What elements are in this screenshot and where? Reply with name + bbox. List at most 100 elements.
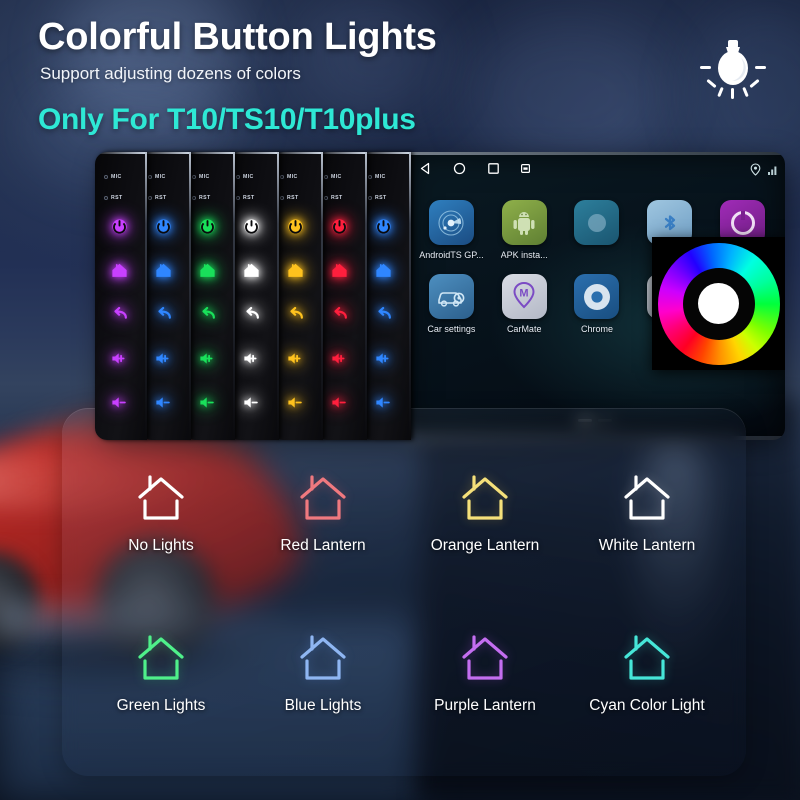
volume-down-button[interactable] [108,391,131,414]
power-button[interactable] [372,215,395,238]
car-settings-icon[interactable] [428,274,474,319]
mic-hole [368,175,372,179]
back-button[interactable] [152,303,175,326]
lantern-cyan[interactable]: Cyan Color Light [566,594,728,754]
back-nav-icon[interactable] [419,162,432,175]
rst-label: RST [199,195,211,201]
back-button[interactable] [328,303,351,326]
apk-installer-icon[interactable] [501,200,547,245]
light-bulb-icon [694,32,772,102]
svg-text:M: M [520,287,529,299]
page-title: Colorful Button Lights [38,16,437,58]
lantern-orange[interactable]: Orange Lantern [404,434,566,594]
mic-label: MIC [155,174,166,180]
lantern-green[interactable]: Green Lights [80,594,242,754]
rst-label: RST [243,195,255,201]
house-icon [277,456,369,542]
chrome-icon[interactable] [574,274,620,319]
home-button[interactable] [152,259,175,282]
volume-up-button[interactable] [152,347,175,370]
back-button[interactable] [240,303,263,326]
reset-hole[interactable] [148,196,152,200]
volume-down-button[interactable] [284,391,307,414]
androidts-gps-icon[interactable] [428,200,474,245]
mic-label: MIC [199,174,210,180]
home-button[interactable] [240,259,263,282]
back-button[interactable] [284,303,307,326]
lantern-no-lights[interactable]: No Lights [80,434,242,594]
power-button[interactable] [108,215,131,238]
volume-down-button[interactable] [328,391,351,414]
back-button[interactable] [372,303,395,326]
app-apk-installer[interactable]: APK insta... [488,200,561,260]
volume-down-button[interactable] [372,391,395,414]
lantern-color-grid: No Lights Red Lantern Orange Lantern Whi… [62,408,746,776]
volume-down-button[interactable] [240,391,263,414]
app-chrome[interactable]: Chrome [561,274,634,334]
rst-label: RST [287,195,299,201]
page-subtitle: Support adjusting dozens of colors [40,64,301,83]
house-icon [439,616,531,702]
house-icon [601,456,693,542]
reset-hole[interactable] [280,196,284,200]
navigation-bar [419,162,530,175]
home-nav-icon[interactable] [453,162,466,175]
volume-up-button[interactable] [240,347,263,370]
app-carmate[interactable]: M CarMate [488,274,561,334]
home-button[interactable] [284,259,307,282]
power-button[interactable] [196,215,219,238]
volume-down-button[interactable] [152,391,175,414]
home-button[interactable] [328,259,351,282]
power-button[interactable] [152,215,175,238]
volume-up-button[interactable] [372,347,395,370]
lantern-red[interactable]: Red Lantern [242,434,404,594]
app-car-settings[interactable]: Car settings [415,274,488,334]
reset-hole[interactable] [192,196,196,200]
color-wheel-center[interactable] [698,283,739,324]
lantern-white[interactable]: White Lantern [566,434,728,594]
lantern-blue[interactable]: Blue Lights [242,594,404,754]
hidden-app-icon[interactable] [574,200,620,245]
reset-hole[interactable] [104,196,108,200]
reset-hole[interactable] [368,196,372,200]
recents-nav-icon[interactable] [487,162,500,175]
app-label: Car settings [427,324,476,334]
lantern-purple[interactable]: Purple Lantern [404,594,566,754]
volume-up-button[interactable] [196,347,219,370]
mic-label: MIC [243,174,254,180]
home-button[interactable] [108,259,131,282]
reset-hole[interactable] [236,196,240,200]
lantern-label: Red Lantern [280,537,366,554]
app-androidts-gps[interactable]: AndroidTS GP... [415,200,488,260]
rst-label-row: RST [148,195,188,201]
mic-label: MIC [287,174,298,180]
back-button[interactable] [196,303,219,326]
app-label: CarMate [506,324,542,334]
car-head-unit: MIC RST MIC RST MIC RST MIC RST MIC RST … [95,152,785,444]
rst-label-row: RST [192,195,232,201]
panel-edge [231,152,277,154]
power-button[interactable] [284,215,307,238]
status-bar-icons [750,163,777,181]
carmate-icon[interactable]: M [501,274,547,319]
volume-up-button[interactable] [328,347,351,370]
power-button[interactable] [328,215,351,238]
volume-up-button[interactable] [108,347,131,370]
lantern-label: Green Lights [116,697,206,714]
power-button[interactable] [240,215,263,238]
mic-label: MIC [331,174,342,180]
mic-hole [324,175,328,179]
home-button[interactable] [196,259,219,282]
rst-label-row: RST [368,195,408,201]
screenshot-nav-icon[interactable] [521,164,530,173]
app-hidden-app[interactable] [561,200,634,260]
mic-label-row: MIC [368,174,408,180]
home-button[interactable] [372,259,395,282]
volume-up-button[interactable] [284,347,307,370]
house-icon [439,456,531,542]
reset-hole[interactable] [324,196,328,200]
color-wheel-picker[interactable] [652,237,785,370]
android-screen[interactable]: AndroidTS GP... APK insta... luetooth Bo… [405,152,785,440]
volume-down-button[interactable] [196,391,219,414]
back-button[interactable] [108,303,131,326]
